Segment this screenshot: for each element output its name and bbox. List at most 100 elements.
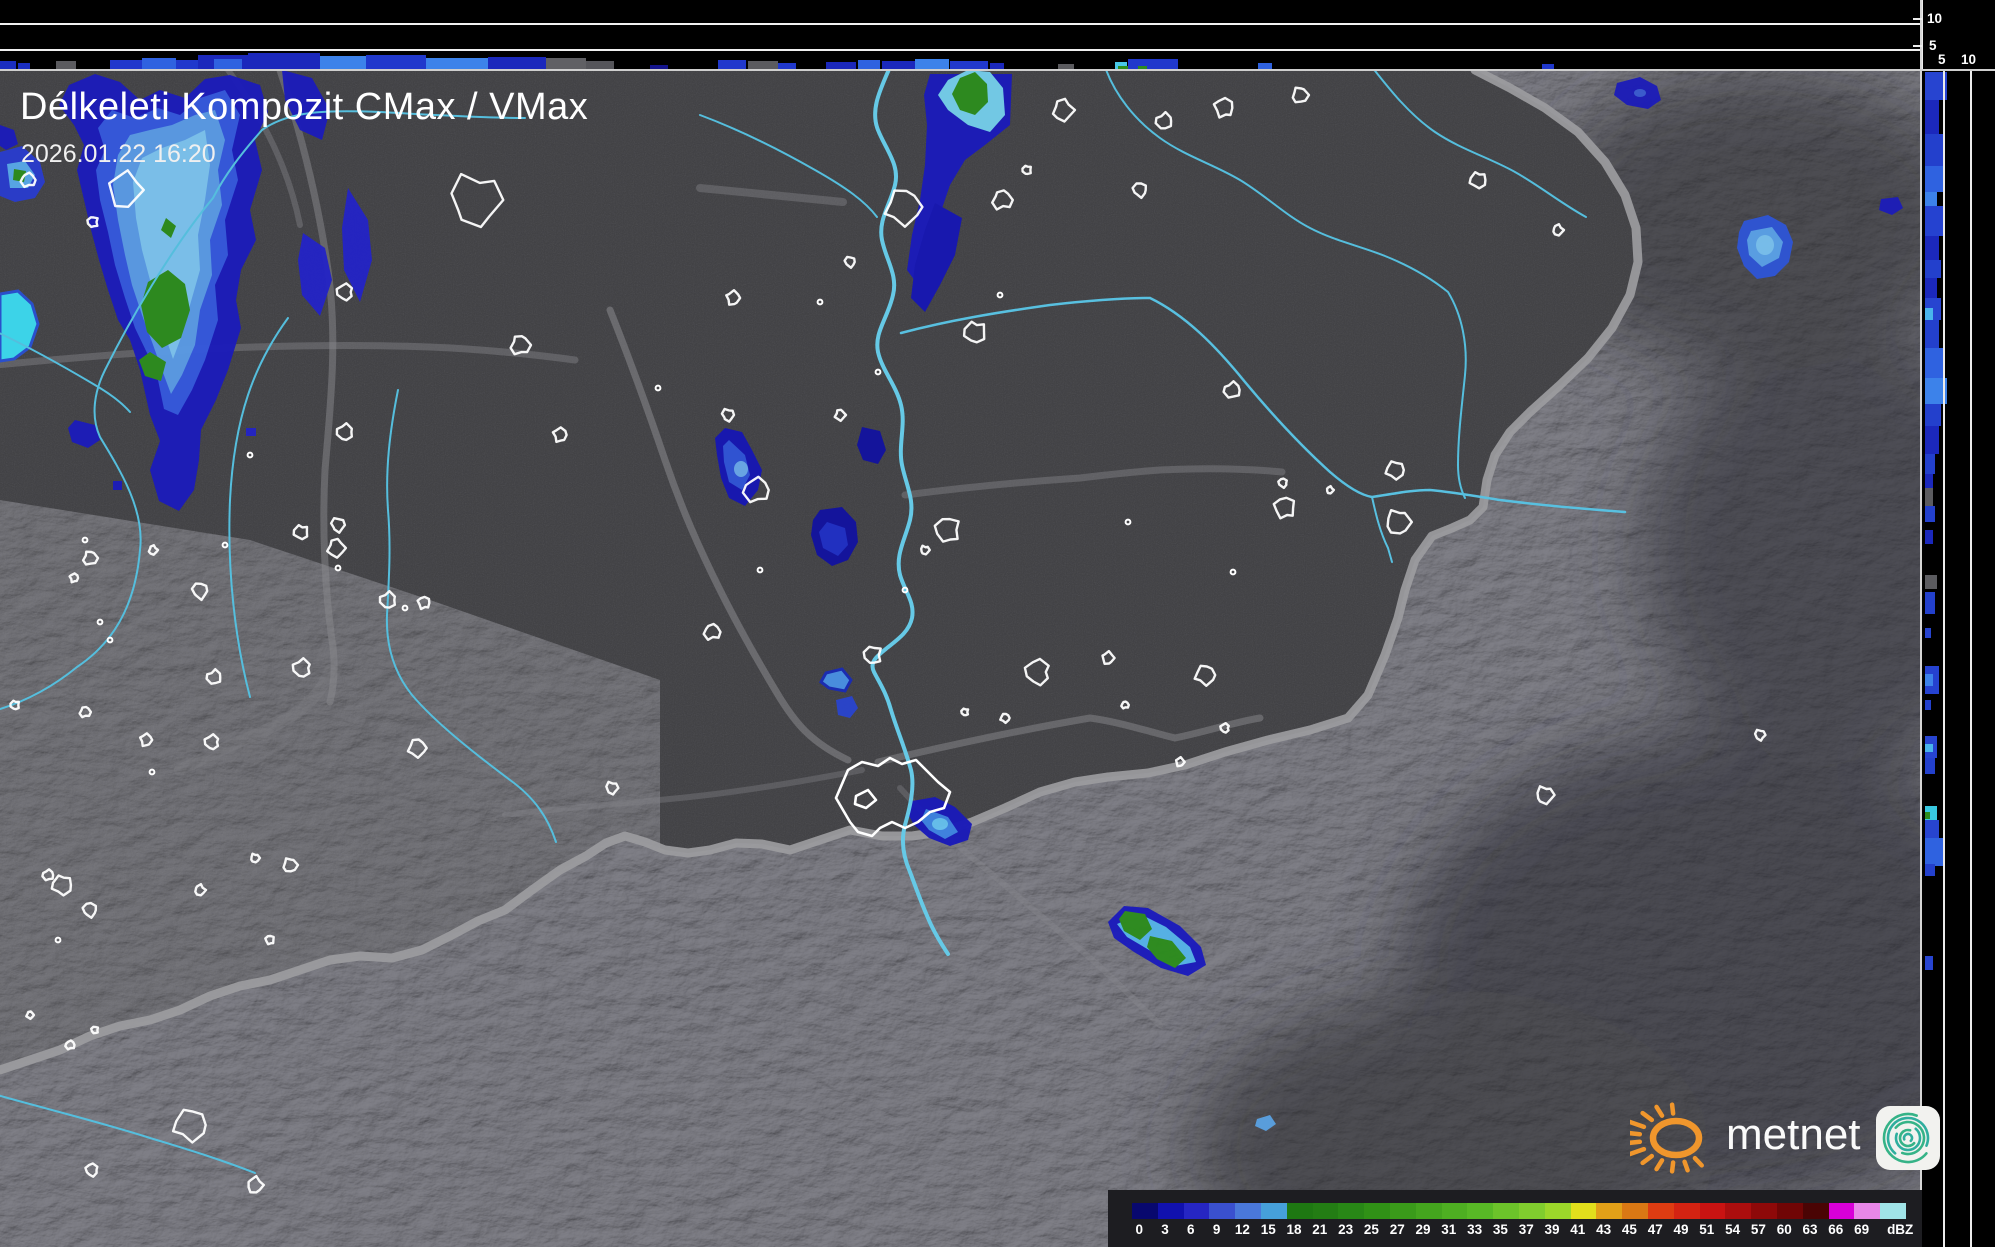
- product-title: Délkeleti Kompozit CMax / VMax: [20, 86, 589, 128]
- profile-gridline-10km: [0, 23, 1920, 25]
- echo-profile-blob: [1925, 488, 1933, 506]
- echo-profile-blob: [248, 53, 320, 69]
- echo-profile-blob: [1925, 166, 1945, 192]
- legend-label: 39: [1544, 1222, 1560, 1237]
- echo-profile-blob: [546, 58, 586, 69]
- echo-profile-blob: [1925, 838, 1943, 866]
- sun-ray: [1630, 1146, 1647, 1157]
- echo-profile-blob: [488, 57, 546, 69]
- legend-label: 35: [1492, 1222, 1508, 1237]
- legend-cell: [1235, 1203, 1261, 1219]
- legend-label: 63: [1802, 1222, 1818, 1237]
- legend-cell: [1725, 1203, 1752, 1219]
- echo-profile-blob: [56, 61, 76, 69]
- echo-profile-blob: [1925, 956, 1933, 970]
- echo-profile-blob: [586, 61, 614, 69]
- sun-ray: [1640, 1153, 1655, 1166]
- legend-label: 6: [1187, 1222, 1195, 1237]
- echo-profile-blob: [748, 61, 778, 69]
- echo-profile-blob: [110, 60, 142, 69]
- legend-cell: [1802, 1203, 1829, 1219]
- legend-label: 37: [1518, 1222, 1534, 1237]
- echo-profile-blob: [1925, 812, 1930, 819]
- legend-cell: [1570, 1203, 1597, 1219]
- echo-profile-blob: [1925, 236, 1939, 260]
- legend-label: 25: [1363, 1222, 1379, 1237]
- legend-label: 51: [1699, 1222, 1715, 1237]
- echo-profile-blob: [1925, 426, 1939, 454]
- sun-ray: [1640, 1110, 1655, 1123]
- map-canvas[interactable]: [0, 65, 1922, 1247]
- legend-cell: [1467, 1203, 1494, 1219]
- echo-profile-blob: [426, 58, 488, 69]
- legend-cell: [1389, 1203, 1416, 1219]
- legend-label: 45: [1621, 1222, 1637, 1237]
- legend-cell: [1415, 1203, 1442, 1219]
- legend-cell: [1647, 1203, 1674, 1219]
- profile-gridline-10km-vertical: [1970, 71, 1972, 1247]
- legend-cell: [1622, 1203, 1648, 1219]
- legend-cell: [1880, 1203, 1906, 1219]
- legend-label: 12: [1234, 1222, 1250, 1237]
- legend-label: 41: [1570, 1222, 1586, 1237]
- echo-profile-blob: [1925, 320, 1939, 348]
- sun-ray: [1654, 1104, 1665, 1118]
- echo-profile-blob: [1925, 192, 1937, 206]
- legend-label: 33: [1467, 1222, 1483, 1237]
- legend-cell: [1596, 1203, 1623, 1219]
- legend-label: 29: [1415, 1222, 1431, 1237]
- height-axis-label-10: 10: [1927, 11, 1943, 26]
- echo-profile-blob: [718, 60, 746, 69]
- axis-tick-5: [1913, 45, 1922, 47]
- legend-cell: [1364, 1203, 1390, 1219]
- legend-cell: [1544, 1203, 1571, 1219]
- legend-label: 15: [1260, 1222, 1276, 1237]
- legend-label: 57: [1750, 1222, 1766, 1237]
- echo-profile-blob: [1925, 348, 1945, 378]
- echo-profile-blob: [1925, 206, 1945, 236]
- legend-cell: [1209, 1203, 1236, 1219]
- echo-profile-blob: [915, 59, 949, 69]
- legend-label: 43: [1596, 1222, 1612, 1237]
- legend-cell: [1751, 1203, 1777, 1219]
- legend-label: 69: [1854, 1222, 1870, 1237]
- echo-profile-blob: [320, 56, 366, 69]
- metnet-app-icon: [1875, 1106, 1940, 1170]
- legend-cell: [1312, 1203, 1339, 1219]
- brand-logo[interactable]: metnet: [1630, 1096, 1941, 1180]
- echo-profile-blob: [1925, 758, 1935, 774]
- echo-profile-blob: [1925, 820, 1939, 838]
- sun-icon: [1630, 1102, 1704, 1174]
- legend-label: 23: [1338, 1222, 1354, 1237]
- axis-tick-10: [1913, 18, 1922, 20]
- echo-profile-blob: [1925, 674, 1933, 686]
- echo-profile-blob: [950, 61, 988, 69]
- legend-label: 18: [1286, 1222, 1302, 1237]
- legend-cell: [1518, 1203, 1545, 1219]
- legend-label: 66: [1828, 1222, 1844, 1237]
- legend-cell: [1157, 1203, 1184, 1219]
- sun-ray: [1669, 1160, 1676, 1174]
- sun-ray: [1692, 1155, 1704, 1168]
- legend-cell: [1441, 1203, 1468, 1219]
- distance-axis-label-10: 10: [1961, 52, 1977, 67]
- echo-profile-blob: [858, 60, 880, 69]
- legend-cell: [1776, 1203, 1803, 1219]
- distance-axis-label-5: 5: [1938, 52, 1946, 67]
- legend-cell: [1673, 1203, 1700, 1219]
- legend-cell: [1699, 1203, 1726, 1219]
- echo-profile-blob: [142, 58, 176, 69]
- echo-profile-blob: [176, 60, 198, 69]
- legend-color-scale: [1132, 1203, 1906, 1219]
- echo-profile-blob: [826, 62, 856, 69]
- echo-profile-blob: [1925, 864, 1935, 876]
- legend-cell: [1828, 1203, 1855, 1219]
- profile-gridline-5km: [0, 49, 1920, 51]
- echo-profile-blob: [0, 61, 16, 69]
- metnet-wordmark: metnet: [1726, 1110, 1861, 1159]
- echo-profile-blob: [1925, 506, 1935, 522]
- dbz-legend: 0 3 6 9 12 15 18 21 23 25 27 29 31 33 35 37 39 41 43 45 47 49…: [1108, 1190, 1922, 1247]
- sun-ray: [1669, 1102, 1676, 1116]
- echo-profile-blob: [1925, 100, 1939, 134]
- echo-profile-blob: [1925, 575, 1937, 589]
